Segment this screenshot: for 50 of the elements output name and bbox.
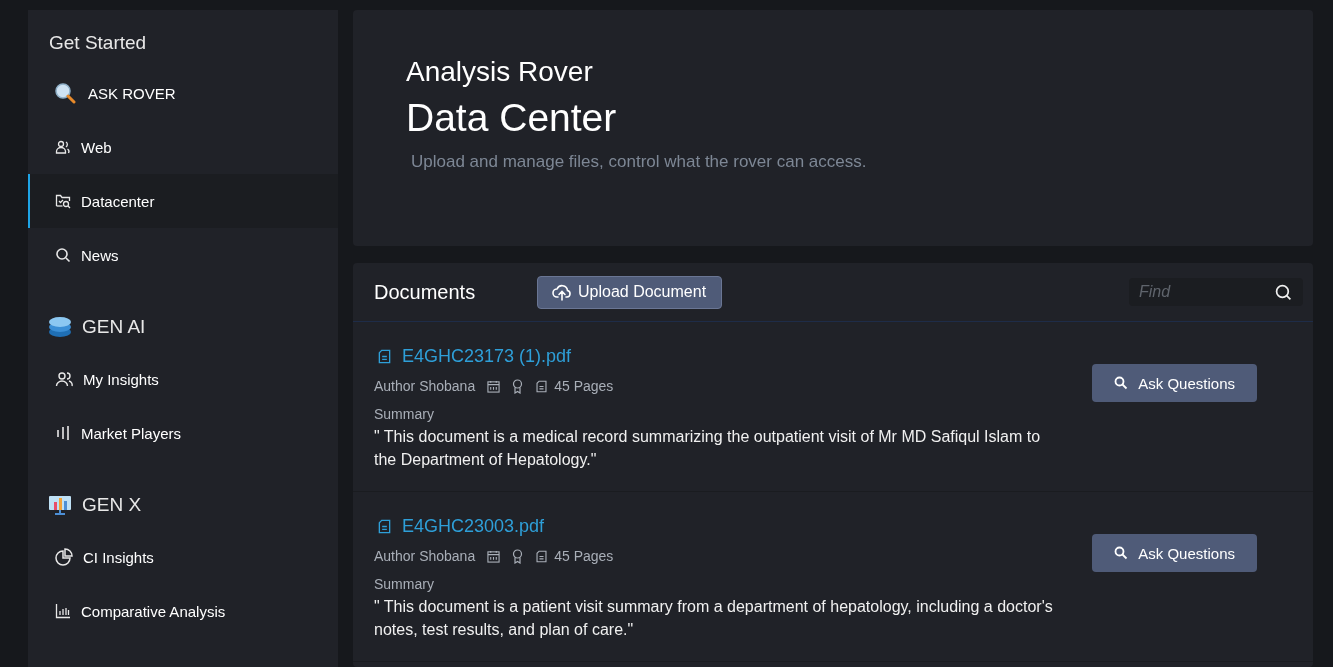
sidebar-item[interactable]: News — [28, 228, 338, 282]
people-icon — [55, 371, 73, 387]
ask-questions-button[interactable]: Ask Questions — [1092, 364, 1257, 402]
search-icon — [1114, 546, 1129, 560]
summary-text: " This document is a medical record summarizing the outpatient visit of Mr MD Safiqul Islam to the Department of Hepatology." — [374, 427, 1042, 470]
calendar-icon — [487, 379, 501, 393]
header-subtitle: Analysis Rover — [406, 56, 594, 88]
section-title: GEN X — [82, 494, 142, 516]
document-icon — [535, 379, 549, 393]
sidebar-item[interactable]: CI Insights — [28, 530, 338, 584]
sidebar-item[interactable]: My Insights — [28, 352, 338, 406]
document-name[interactable]: E4GHC23173 (1).pdf — [402, 346, 572, 367]
document-icon — [535, 549, 549, 563]
documents-title: Documents — [374, 280, 477, 304]
sidebar-item[interactable]: Comparative Analysis — [28, 584, 338, 638]
author-text: Author Shobana — [374, 378, 476, 394]
sidebar-item[interactable]: Web — [28, 120, 338, 174]
section-title: GEN AI — [82, 316, 146, 338]
monitor-chart-icon — [48, 494, 72, 516]
pie-chart-icon — [55, 548, 73, 566]
users-icon — [55, 139, 71, 155]
bars-icon — [55, 425, 71, 441]
award-icon — [512, 378, 524, 394]
author-text: Author Shobana — [374, 548, 476, 564]
sidebar-item[interactable]: Market Players — [28, 406, 338, 460]
summary-label: Summary — [374, 576, 435, 592]
sidebar-item[interactable]: ASK ROVER — [28, 66, 338, 120]
header-description: Upload and manage files, control what the rover can access. — [410, 152, 868, 172]
page-count: 45 Pages — [554, 378, 614, 394]
header-title: Data Center — [406, 96, 618, 140]
magnifier-icon — [54, 82, 76, 104]
document-name[interactable]: E4GHC23003.pdf — [402, 516, 545, 537]
document-icon — [377, 349, 392, 364]
document-icon — [377, 519, 392, 534]
summary-label: Summary — [374, 406, 435, 422]
award-icon — [512, 548, 524, 564]
sidebar-heading: Get Started — [48, 32, 148, 54]
calendar-icon — [487, 549, 501, 563]
search-icon — [1114, 376, 1129, 390]
folder-search-icon — [55, 193, 71, 209]
ask-questions-button[interactable]: Ask Questions — [1092, 534, 1257, 572]
find-field[interactable]: Find — [1129, 278, 1303, 306]
cloud-upload-icon — [552, 283, 572, 301]
summary-text: " This document is a patient visit summary from a department of hepatology, including a doctor's notes, test results, and plan of care." — [374, 597, 1054, 640]
bar-chart-icon — [55, 603, 71, 619]
upload-document-button[interactable]: Upload Document — [537, 275, 723, 309]
page-count: 45 Pages — [554, 548, 614, 564]
sidebar-item[interactable]: Datacenter — [28, 174, 338, 228]
layers-icon — [48, 316, 72, 338]
search-icon — [55, 247, 71, 263]
